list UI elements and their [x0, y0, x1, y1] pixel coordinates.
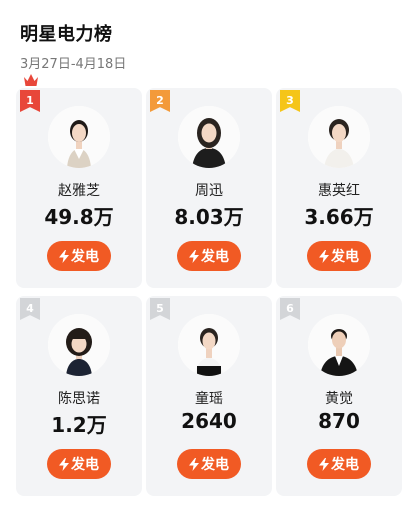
power-button-label: 发电: [201, 457, 229, 473]
power-button[interactable]: 发电: [47, 449, 111, 479]
avatar: [48, 314, 110, 376]
star-card[interactable]: 6 黄觉 870 发电: [276, 296, 402, 496]
avatar: [308, 314, 370, 376]
power-count: 3.66万: [304, 205, 374, 229]
power-count: 1.2万: [51, 413, 107, 437]
power-button[interactable]: 发电: [177, 241, 241, 271]
rank-badge: 5: [150, 298, 170, 320]
star-card[interactable]: 1 赵雅芝 49.8万 发电: [16, 74, 142, 288]
crown-icon: [24, 74, 38, 86]
star-card[interactable]: 5 童瑶 2640 发电: [146, 296, 272, 496]
power-count: 8.03万: [174, 205, 244, 229]
page-title: 明星电力榜: [20, 24, 113, 45]
star-name: 黄觉: [325, 391, 353, 407]
rank-badge: 4: [20, 298, 40, 320]
lightning-icon: [189, 457, 199, 471]
star-card[interactable]: 3 惠英红 3.66万 发电: [276, 88, 402, 288]
star-name: 赵雅芝: [58, 183, 100, 199]
avatar: [178, 106, 240, 168]
power-button-label: 发电: [71, 457, 99, 473]
rank-badge: 1: [20, 90, 40, 112]
star-card[interactable]: 2 周迅 8.03万 发电: [146, 88, 272, 288]
power-count: 49.8万: [44, 205, 114, 229]
rank-badge: 6: [280, 298, 300, 320]
power-button[interactable]: 发电: [177, 449, 241, 479]
avatar: [308, 106, 370, 168]
power-button[interactable]: 发电: [307, 449, 371, 479]
power-button[interactable]: 发电: [47, 241, 111, 271]
power-button-label: 发电: [71, 249, 99, 265]
ranking-grid: 1 赵雅芝 49.8万 发电 2 周迅 8.03万 发电 3 惠英红 3.66万…: [16, 74, 402, 496]
power-button-label: 发电: [201, 249, 229, 265]
power-button-label: 发电: [331, 249, 359, 265]
rank-badge: 3: [280, 90, 300, 112]
lightning-icon: [189, 249, 199, 263]
power-button-label: 发电: [331, 457, 359, 473]
star-name: 童瑶: [195, 391, 223, 407]
star-card[interactable]: 4 陈思诺 1.2万 发电: [16, 296, 142, 496]
rank-badge: 2: [150, 90, 170, 112]
lightning-icon: [59, 457, 69, 471]
star-name: 陈思诺: [58, 391, 100, 407]
star-name: 周迅: [195, 183, 223, 199]
avatar: [178, 314, 240, 376]
date-range: 3月27日-4月18日: [20, 57, 127, 72]
lightning-icon: [59, 249, 69, 263]
lightning-icon: [319, 457, 329, 471]
power-count: 2640: [181, 409, 237, 433]
avatar: [48, 106, 110, 168]
power-button[interactable]: 发电: [307, 241, 371, 271]
lightning-icon: [319, 249, 329, 263]
star-name: 惠英红: [318, 183, 360, 199]
power-count: 870: [318, 409, 360, 433]
